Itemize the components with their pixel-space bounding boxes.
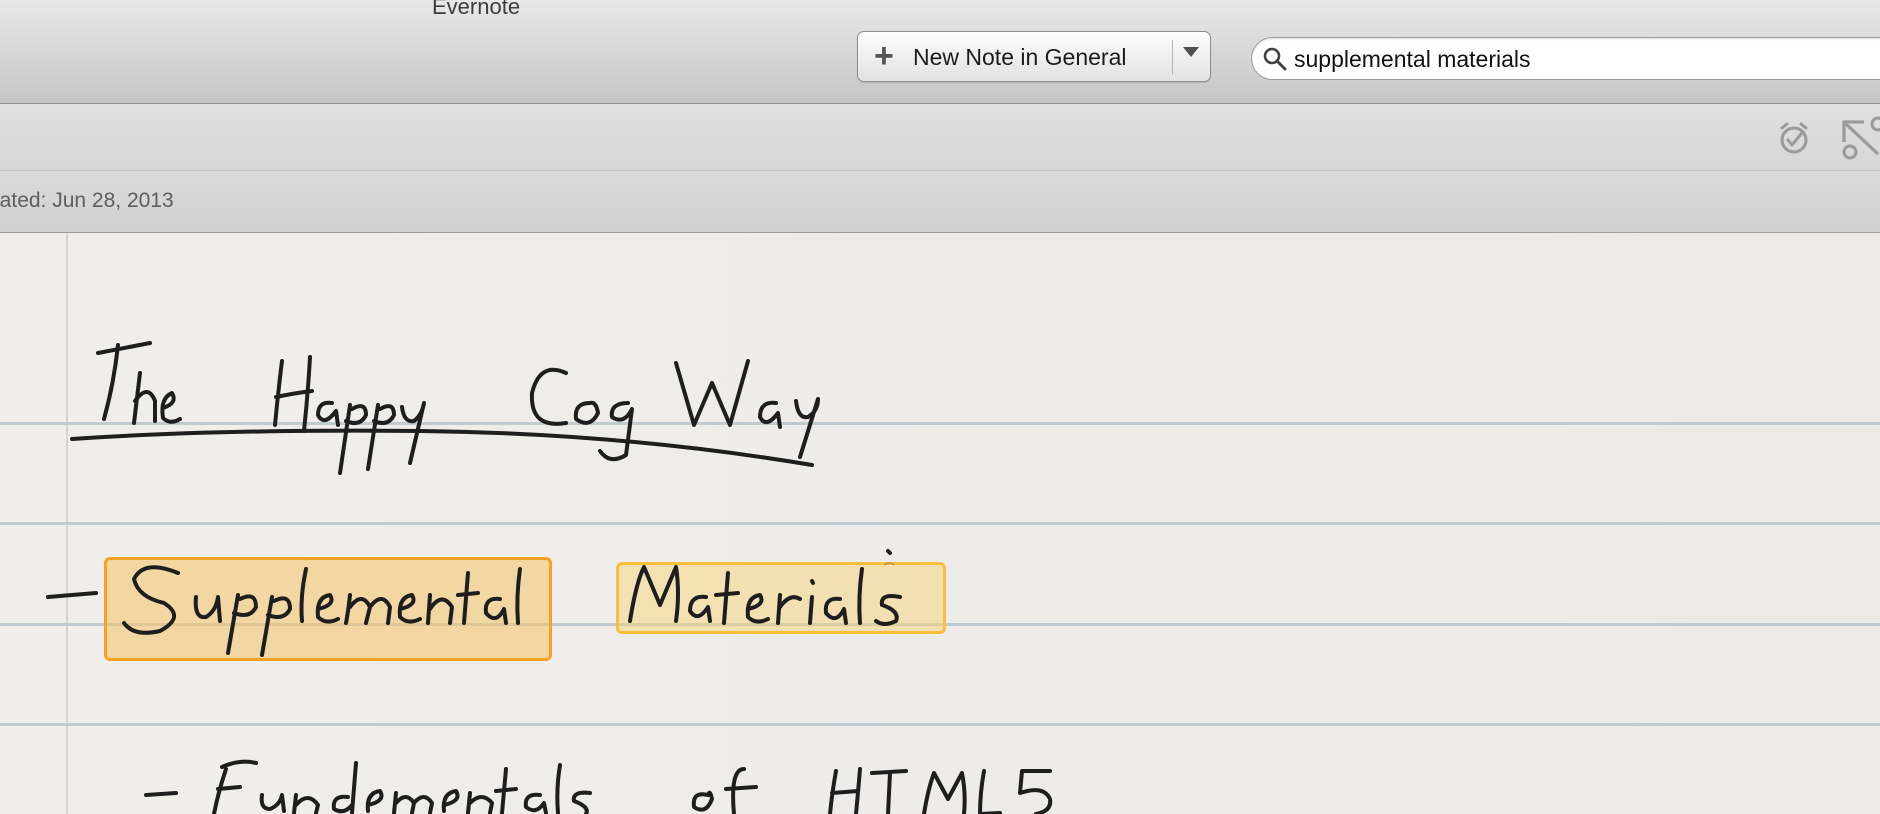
updated-date: dated: Jun 28, 2013 — [0, 189, 174, 212]
plus-icon: + — [874, 37, 894, 75]
new-note-button[interactable]: + New Note in General — [857, 31, 1211, 82]
window-toolbar: Evernote + New Note in General — [0, 0, 1880, 104]
share-icon[interactable] — [1838, 114, 1880, 162]
note-info-bar: dated: Jun 28, 2013 — [0, 171, 1880, 233]
handwritten-note-image — [46, 341, 1053, 814]
note-toolbar — [0, 104, 1880, 171]
note-content[interactable] — [0, 233, 1880, 814]
search-field[interactable] — [1251, 37, 1880, 80]
search-input[interactable] — [1292, 44, 1856, 74]
chevron-down-icon[interactable] — [1183, 47, 1199, 57]
new-note-label: New Note in General — [913, 44, 1127, 70]
button-divider — [1172, 40, 1173, 74]
search-icon — [1263, 47, 1287, 71]
alarm-clock-icon[interactable] — [1774, 118, 1814, 158]
window-title: Evernote — [432, 0, 521, 19]
